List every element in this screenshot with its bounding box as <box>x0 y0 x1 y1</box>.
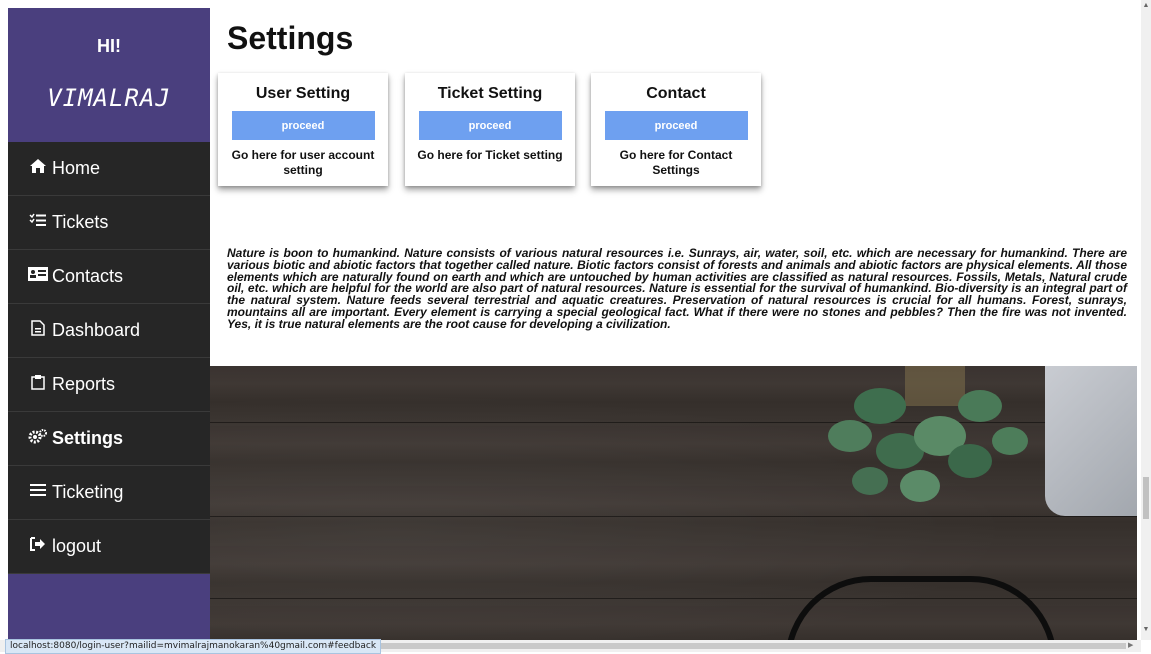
vertical-scrollbar[interactable]: ▲ ▼ <box>1141 0 1151 640</box>
card-title: Ticket Setting <box>437 85 543 102</box>
scroll-up-arrow-icon[interactable]: ▲ <box>1141 2 1151 9</box>
reports-icon <box>28 374 48 395</box>
tickets-icon <box>28 213 48 232</box>
contact-card: Contact proceed Go here for Contact Sett… <box>591 73 761 186</box>
sidebar-item-label: Tickets <box>52 212 109 232</box>
sidebar-item-tickets[interactable]: Tickets <box>8 196 210 250</box>
page-title: Settings <box>227 20 354 56</box>
laptop-image <box>1045 366 1137 516</box>
card-title: Contact <box>646 85 706 102</box>
contact-proceed-button[interactable]: proceed <box>604 111 748 140</box>
sidebar-item-ticketing[interactable]: Ticketing <box>8 466 210 520</box>
card-title: User Setting <box>255 85 351 102</box>
dashboard-icon <box>28 320 48 341</box>
ticketing-icon <box>28 483 48 502</box>
sidebar-nav: Home Tickets Contacts Dashboard Reports <box>8 142 210 574</box>
scroll-thumb[interactable] <box>1143 477 1149 519</box>
background-photo <box>210 366 1137 640</box>
settings-icon <box>28 428 48 449</box>
logout-icon <box>28 537 48 556</box>
sidebar-item-contacts[interactable]: Contacts <box>8 250 210 304</box>
sidebar-item-home[interactable]: Home <box>8 142 210 196</box>
sidebar-item-reports[interactable]: Reports <box>8 358 210 412</box>
sidebar-item-settings[interactable]: Settings <box>8 412 210 466</box>
sidebar-item-logout[interactable]: logout <box>8 520 210 574</box>
username-text: VIMALRAJ <box>47 84 171 112</box>
user-setting-card: User Setting proceed Go here for user ac… <box>218 73 388 186</box>
ticket-setting-card: Ticket Setting proceed Go here for Ticke… <box>405 73 575 186</box>
nature-paragraph: Nature is boon to humankind. Nature cons… <box>227 246 1127 331</box>
sidebar-item-label: logout <box>52 536 102 556</box>
card-description: Go here for Ticket setting <box>417 148 563 162</box>
wood-plank-line <box>210 516 1137 517</box>
user-setting-proceed-button[interactable]: proceed <box>231 111 375 140</box>
sidebar-item-label: Settings <box>52 428 124 448</box>
glasses-image <box>785 576 1057 640</box>
home-icon <box>28 158 48 179</box>
sidebar-item-label: Dashboard <box>52 320 141 340</box>
plant-image <box>828 366 1028 502</box>
card-description: Go here for user account setting <box>231 148 375 177</box>
contacts-icon <box>28 267 48 286</box>
card-description: Go here for Contact Settings <box>619 148 733 177</box>
greeting-text: HI! <box>97 36 121 56</box>
sidebar-item-label: Ticketing <box>52 482 124 502</box>
sidebar-item-label: Contacts <box>52 266 124 286</box>
scroll-right-arrow-icon[interactable]: ▶ <box>1128 641 1133 649</box>
sidebar-item-label: Reports <box>52 374 116 394</box>
sidebar: HI! VIMALRAJ Home Tickets Contacts Dashb… <box>8 8 210 640</box>
scroll-down-arrow-icon[interactable]: ▼ <box>1141 626 1151 633</box>
ticket-setting-proceed-button[interactable]: proceed <box>418 111 562 140</box>
sidebar-item-dashboard[interactable]: Dashboard <box>8 304 210 358</box>
sidebar-item-label: Home <box>52 158 101 178</box>
